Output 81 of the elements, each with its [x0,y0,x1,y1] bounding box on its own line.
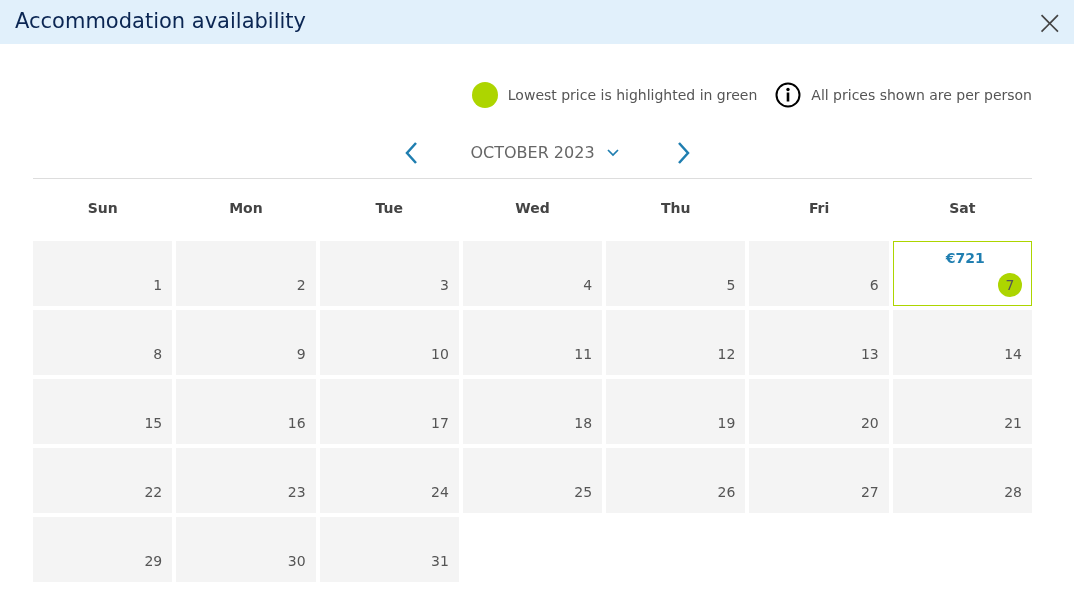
day-number: 19 [717,414,736,433]
day-cell[interactable]: 2 [176,241,316,306]
day-cell[interactable]: 31 [319,517,459,582]
day-cell[interactable]: 19 [606,379,746,444]
day-cell[interactable]: 30 [176,517,316,582]
weekday-header: Sat [949,198,976,218]
info-icon [775,82,802,108]
day-number: 5 [726,276,736,295]
day-cell[interactable]: 9 [176,310,316,375]
next-month-button[interactable] [676,141,691,165]
day-cell[interactable]: 3 [319,241,459,306]
weekday-header: Mon [229,198,263,218]
day-number: 24 [431,483,449,502]
chevron-left-icon [404,141,419,165]
day-cell[interactable]: 20 [749,379,889,444]
legend-text: Lowest price is highlighted in green [507,85,758,105]
legend-text: All prices shown are per person [811,85,1032,105]
day-cell[interactable]: 26 [606,448,746,513]
chevron-right-icon [676,141,691,165]
day-number: 2 [296,276,306,295]
weekday-header: Tue [375,198,403,218]
close-button[interactable]: × [1035,5,1064,39]
day-number: 31 [431,552,449,571]
day-number: 4 [583,276,593,295]
price-text: €721 [945,249,985,268]
day-number: 21 [1004,414,1022,433]
day-cell[interactable]: 4 [462,241,603,306]
day-cell[interactable]: 10 [319,310,459,375]
day-cell[interactable]: 29 [33,517,173,582]
day-cell[interactable]: 15 [33,379,173,444]
day-cell[interactable]: 25 [462,448,603,513]
day-number: 20 [860,414,879,433]
day-cell[interactable]: 17 [319,379,459,444]
day-number: 25 [574,483,593,502]
day-number: 28 [1004,483,1022,502]
month-dropdown[interactable]: OCTOBER 2023 [470,141,619,165]
day-cell[interactable]: 23 [176,448,316,513]
day-cell[interactable]: 21 [892,379,1032,444]
day-number: 10 [431,345,449,364]
day-number: 17 [431,414,449,433]
day-number: 9 [296,345,306,364]
day-number: 29 [144,552,163,571]
day-cell[interactable]: 16 [176,379,316,444]
day-number: 15 [144,414,163,433]
day-number: 8 [153,345,163,364]
day-cell[interactable]: 22 [33,448,173,513]
day-cell[interactable]: 8 [33,310,173,375]
day-number: 22 [144,483,163,502]
day-number: 23 [287,483,306,502]
day-cell[interactable]: €721 7 [892,241,1032,306]
day-number: 26 [717,483,736,502]
day-cell[interactable]: 13 [749,310,889,375]
window-title: Accommodation availability [15,8,306,36]
weekday-header: Sun [87,198,118,218]
day-cell[interactable]: 12 [606,310,746,375]
day-cell[interactable]: 6 [749,241,889,306]
day-cell[interactable]: 5 [606,241,746,306]
day-cell[interactable]: 28 [892,448,1032,513]
day-number: 18 [574,414,593,433]
day-number: 1 [153,276,163,295]
caret-icon [606,149,619,157]
day-number: 3 [439,276,449,295]
day-cell[interactable]: 1 [33,241,173,306]
day-number: 12 [717,345,736,364]
weekday-header: Fri [808,198,830,218]
day-cell[interactable]: 11 [462,310,603,375]
day-number: 16 [287,414,306,433]
day-number: 11 [574,345,593,364]
weekday-header: Thu [661,198,691,218]
day-cell[interactable]: 24 [319,448,459,513]
day-number: 30 [287,552,306,571]
day-cell[interactable]: 14 [892,310,1032,375]
day-number: 13 [860,345,879,364]
day-number: 14 [1004,345,1022,364]
weekday-header: Wed [515,198,550,218]
day-number: 6 [869,276,879,295]
day-cell[interactable]: 27 [749,448,889,513]
day-number: 7 [998,273,1022,297]
previous-month-button[interactable] [404,141,419,165]
day-cell[interactable]: 18 [462,379,603,444]
day-number: 27 [860,483,879,502]
